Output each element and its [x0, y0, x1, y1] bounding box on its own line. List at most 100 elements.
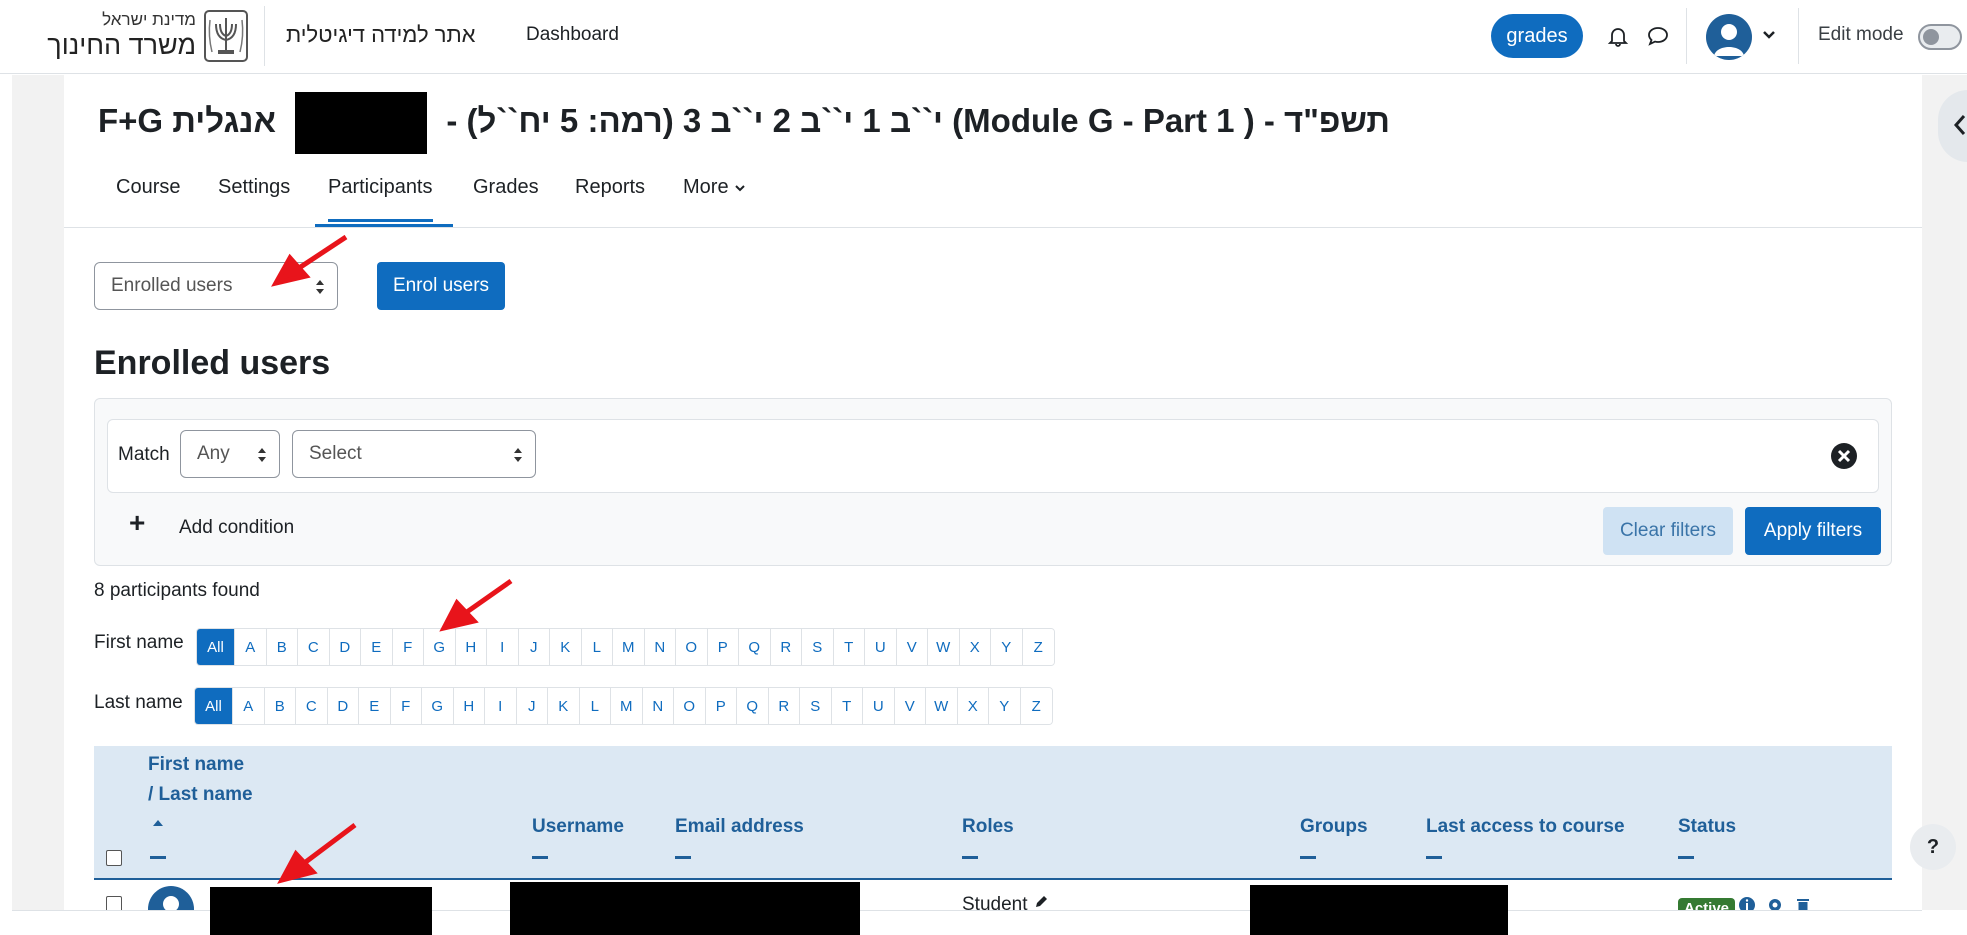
site-name[interactable]: אתר למידה דיגיטלית — [286, 22, 476, 48]
pencil-icon[interactable] — [1033, 894, 1049, 910]
user-avatar-icon[interactable] — [1706, 14, 1752, 60]
last-name-initial-u[interactable]: U — [863, 688, 895, 724]
col-name-line2[interactable]: / Last name — [148, 784, 253, 806]
last-name-initial-o[interactable]: O — [674, 688, 706, 724]
first-name-initial-h[interactable]: H — [455, 629, 487, 665]
first-name-initial-t[interactable]: T — [833, 629, 865, 665]
first-name-initial-all[interactable]: All — [197, 629, 235, 665]
first-name-initial-d[interactable]: D — [329, 629, 361, 665]
first-name-initial-e[interactable]: E — [361, 629, 393, 665]
last-name-initial-all[interactable]: All — [195, 688, 233, 724]
collapse-column-icon[interactable] — [675, 856, 691, 859]
last-name-initial-t[interactable]: T — [831, 688, 863, 724]
sort-up-icon[interactable] — [152, 818, 164, 828]
collapse-column-icon[interactable] — [150, 856, 166, 859]
tab-more[interactable]: More — [683, 176, 746, 219]
last-name-initial-w[interactable]: W — [926, 688, 958, 724]
first-name-initial-q[interactable]: Q — [739, 629, 771, 665]
col-name-line1[interactable]: First name — [148, 754, 244, 776]
first-name-initial-j[interactable]: J — [518, 629, 550, 665]
match-select[interactable]: Any — [180, 430, 280, 478]
collapse-column-icon[interactable] — [532, 856, 548, 859]
apply-filters-button[interactable]: Apply filters — [1745, 507, 1881, 555]
first-name-initial-w[interactable]: W — [928, 629, 960, 665]
first-name-initial-b[interactable]: B — [266, 629, 298, 665]
select-all-checkbox[interactable] — [106, 850, 122, 866]
first-name-initial-l[interactable]: L — [581, 629, 613, 665]
last-name-initial-j[interactable]: J — [516, 688, 548, 724]
first-name-initial-s[interactable]: S — [802, 629, 834, 665]
last-name-initial-i[interactable]: I — [485, 688, 517, 724]
tab-participants[interactable]: Participants — [328, 176, 433, 222]
last-name-initial-f[interactable]: F — [390, 688, 422, 724]
first-name-initial-c[interactable]: C — [298, 629, 330, 665]
close-circle-icon[interactable] — [1830, 442, 1858, 470]
col-username[interactable]: Username — [532, 816, 624, 838]
tab-reports[interactable]: Reports — [575, 176, 645, 219]
tab-settings[interactable]: Settings — [218, 176, 290, 219]
last-name-initial-v[interactable]: V — [894, 688, 926, 724]
add-condition-button[interactable]: Add condition — [179, 517, 294, 539]
first-name-initial-y[interactable]: Y — [991, 629, 1023, 665]
first-name-initial-i[interactable]: I — [487, 629, 519, 665]
collapse-column-icon[interactable] — [962, 856, 978, 859]
collapse-column-icon[interactable] — [1426, 856, 1442, 859]
row-select-checkbox[interactable] — [106, 896, 122, 910]
last-name-initial-a[interactable]: A — [233, 688, 265, 724]
bell-icon[interactable] — [1606, 24, 1630, 48]
chevron-down-icon[interactable] — [1762, 28, 1776, 42]
edit-mode-toggle[interactable] — [1918, 24, 1962, 50]
last-name-initial-b[interactable]: B — [264, 688, 296, 724]
last-name-initial-d[interactable]: D — [327, 688, 359, 724]
last-name-initial-p[interactable]: P — [705, 688, 737, 724]
last-name-initial-e[interactable]: E — [359, 688, 391, 724]
first-name-initial-z[interactable]: Z — [1022, 629, 1054, 665]
last-name-initial-y[interactable]: Y — [989, 688, 1021, 724]
help-icon[interactable]: ? — [1910, 824, 1956, 870]
row-role[interactable]: Student — [962, 894, 1049, 910]
first-name-initial-k[interactable]: K — [550, 629, 582, 665]
info-icon[interactable] — [1738, 896, 1756, 910]
trash-icon[interactable] — [1794, 896, 1812, 910]
first-name-initial-v[interactable]: V — [896, 629, 928, 665]
first-name-initial-f[interactable]: F — [392, 629, 424, 665]
first-name-initial-r[interactable]: R — [770, 629, 802, 665]
first-name-initial-n[interactable]: N — [644, 629, 676, 665]
first-name-initial-o[interactable]: O — [676, 629, 708, 665]
last-name-initial-r[interactable]: R — [768, 688, 800, 724]
gear-icon[interactable] — [1766, 896, 1784, 910]
collapse-column-icon[interactable] — [1300, 856, 1316, 859]
last-name-initial-g[interactable]: G — [422, 688, 454, 724]
user-avatar-icon[interactable] — [148, 886, 194, 910]
last-name-initial-x[interactable]: X — [957, 688, 989, 724]
last-name-initial-c[interactable]: C — [296, 688, 328, 724]
filter-type-select[interactable]: Select — [292, 430, 536, 478]
first-name-initial-a[interactable]: A — [235, 629, 267, 665]
tab-course[interactable]: Course — [116, 176, 180, 219]
col-last-access[interactable]: Last access to course — [1426, 816, 1625, 838]
plus-icon[interactable]: + — [129, 507, 145, 539]
enrol-users-button[interactable]: Enrol users — [377, 262, 505, 310]
last-name-initial-m[interactable]: M — [611, 688, 643, 724]
first-name-initial-g[interactable]: G — [424, 629, 456, 665]
tab-grades[interactable]: Grades — [473, 176, 539, 219]
last-name-initial-k[interactable]: K — [548, 688, 580, 724]
collapse-column-icon[interactable] — [1678, 856, 1694, 859]
first-name-initial-m[interactable]: M — [613, 629, 645, 665]
grades-button[interactable]: grades — [1491, 14, 1583, 58]
first-name-initial-x[interactable]: X — [959, 629, 991, 665]
last-name-initial-q[interactable]: Q — [737, 688, 769, 724]
col-email[interactable]: Email address — [675, 816, 804, 838]
last-name-label: Last name — [94, 692, 183, 713]
first-name-initial-u[interactable]: U — [865, 629, 897, 665]
last-name-initial-s[interactable]: S — [800, 688, 832, 724]
clear-filters-button[interactable]: Clear filters — [1603, 507, 1733, 555]
last-name-initial-l[interactable]: L — [579, 688, 611, 724]
dashboard-link[interactable]: Dashboard — [526, 24, 619, 46]
first-name-initial-p[interactable]: P — [707, 629, 739, 665]
last-name-initial-z[interactable]: Z — [1020, 688, 1052, 724]
chat-icon[interactable] — [1646, 24, 1670, 48]
last-name-initial-n[interactable]: N — [642, 688, 674, 724]
last-name-initial-h[interactable]: H — [453, 688, 485, 724]
participants-page-select[interactable]: Enrolled users — [94, 262, 338, 310]
